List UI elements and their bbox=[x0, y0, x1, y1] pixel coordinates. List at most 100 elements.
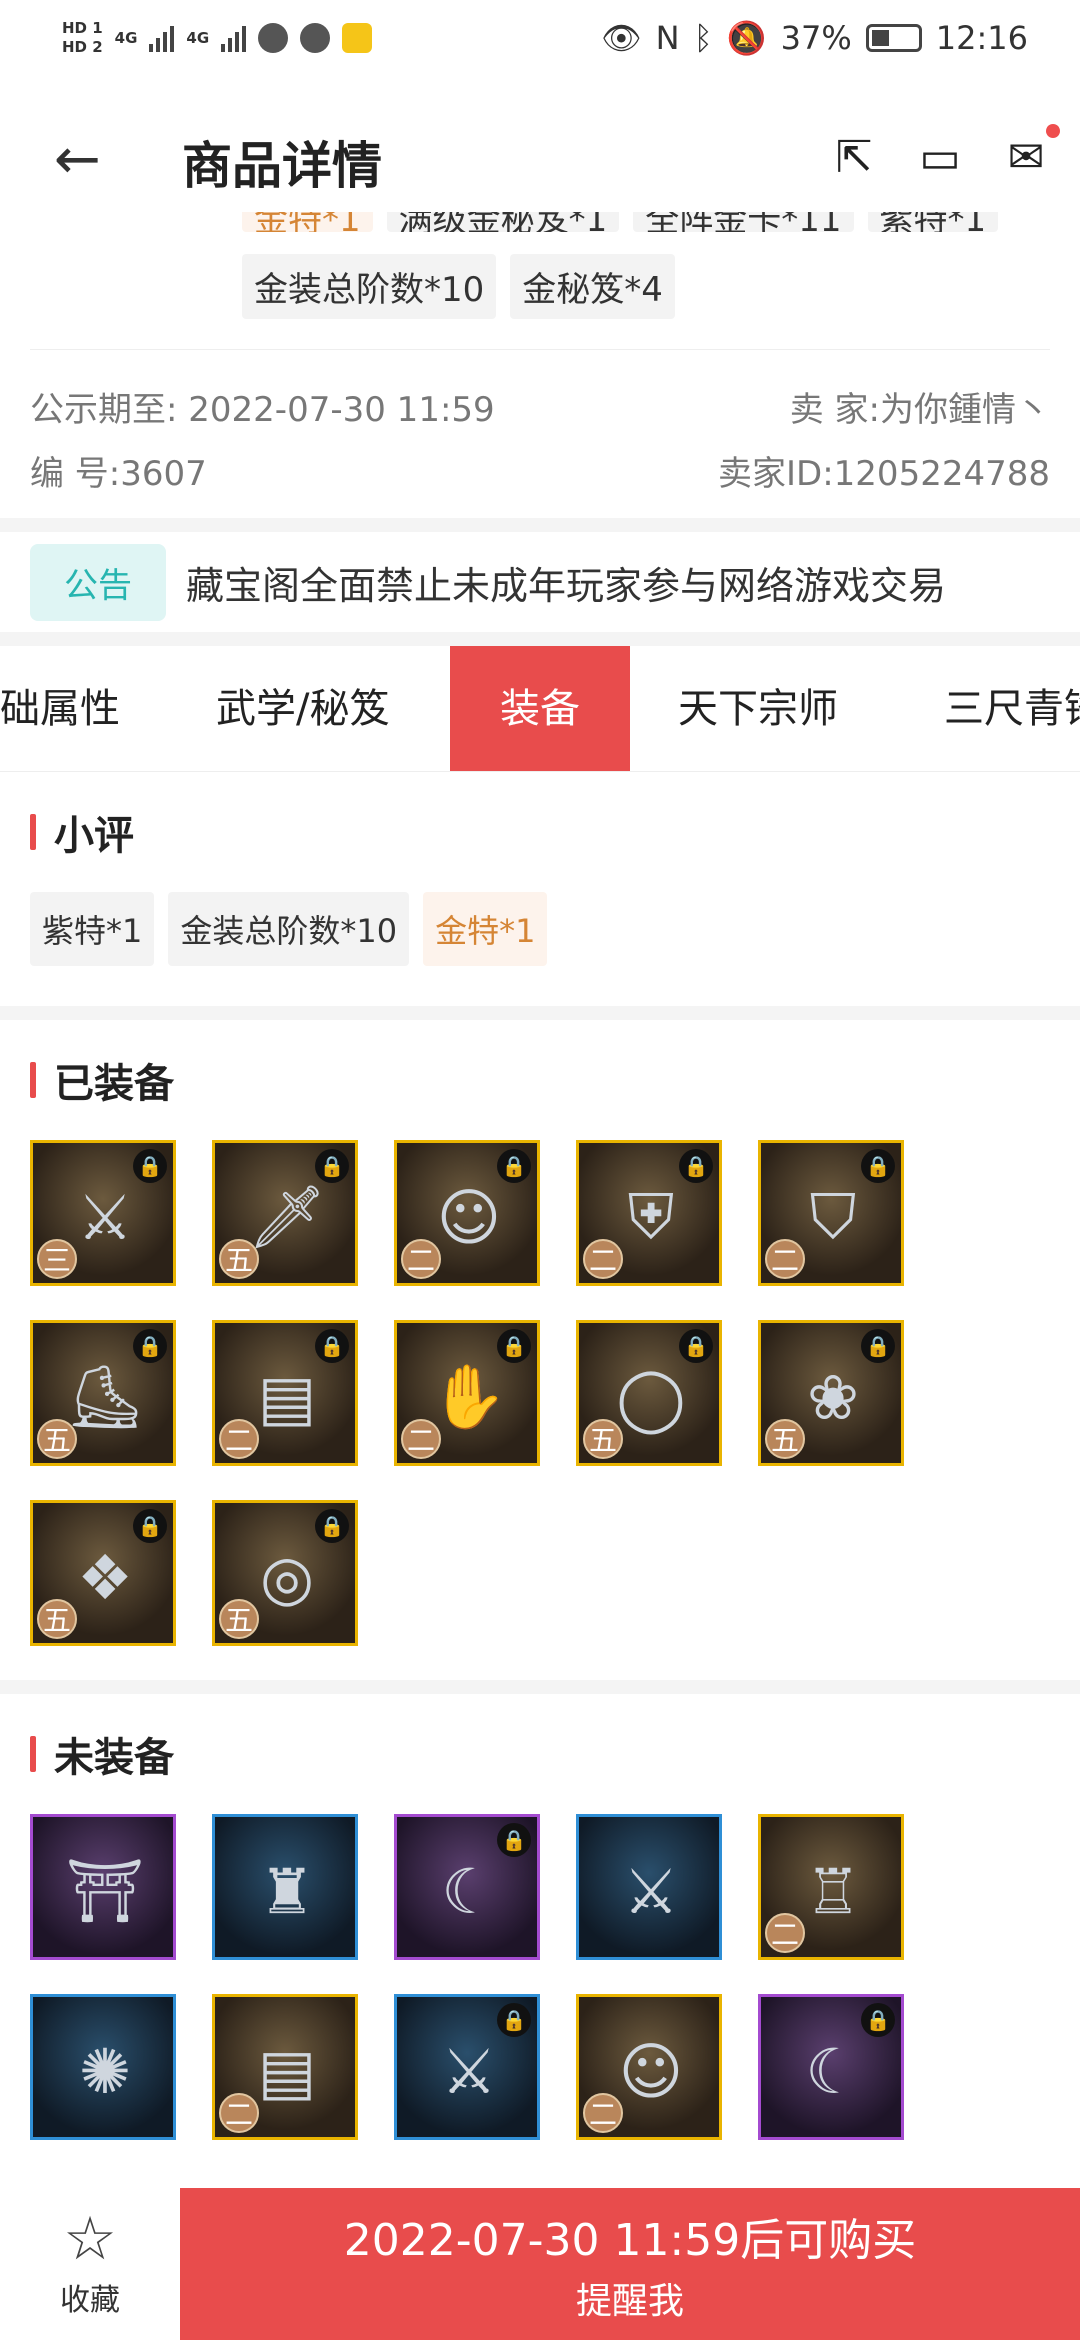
nfc-icon: N bbox=[655, 19, 680, 57]
tag: 全阵金卡*11 bbox=[633, 212, 854, 232]
folder-star-icon[interactable]: ▭ bbox=[914, 132, 966, 184]
tab-grandmaster[interactable]: 天下宗师 bbox=[678, 646, 838, 771]
divider bbox=[0, 518, 1080, 532]
sword-icon: ⚔ bbox=[441, 2034, 497, 2108]
mail-notification-icon bbox=[342, 23, 373, 53]
status-right: 👁 N ᛒ 🔕 37% 12:16 bbox=[601, 19, 1028, 57]
equipment-item[interactable]: 🗡 🔒 五 bbox=[212, 1140, 358, 1286]
favorite-label: 收藏 bbox=[60, 2283, 120, 2318]
tag: 金装总阶数*10 bbox=[168, 892, 410, 966]
meta-row: 编 号:3607 卖家ID:1205224788 bbox=[30, 438, 1050, 502]
mail-icon[interactable]: ✉ bbox=[1000, 124, 1060, 184]
grade-badge: 五 bbox=[583, 1419, 623, 1459]
equipment-item[interactable]: ◎ 🔒 五 bbox=[212, 1500, 358, 1646]
remind-label: 提醒我 bbox=[575, 2281, 684, 2322]
review-section: 小评 紫特*1 金装总阶数*10 金特*1 bbox=[0, 772, 1080, 966]
equipment-item[interactable]: ♜ bbox=[212, 1814, 358, 1960]
nav-actions: ⇱ ▭ ✉ bbox=[828, 124, 1060, 184]
tab-basic-attributes[interactable]: 础属性 bbox=[0, 646, 120, 771]
app-icon bbox=[300, 23, 331, 53]
grade-badge: 二 bbox=[765, 1239, 805, 1279]
equipment-item[interactable]: ⛨ 🔒 二 bbox=[576, 1140, 722, 1286]
equipment-item[interactable]: ⛉ 🔒 二 bbox=[758, 1140, 904, 1286]
grade-badge: 五 bbox=[37, 1599, 77, 1639]
announce-field: 公示期至: 2022-07-30 11:59 bbox=[30, 382, 495, 431]
notice-bar[interactable]: 公告 藏宝阁全面禁止未成年玩家参与网络游戏交易 bbox=[0, 532, 1080, 632]
lock-icon: 🔒 bbox=[315, 1509, 349, 1543]
mute-icon: 🔕 bbox=[726, 19, 767, 57]
review-tags: 紫特*1 金装总阶数*10 金特*1 bbox=[30, 892, 1050, 966]
equipment-item[interactable]: ☺ 二 bbox=[576, 1994, 722, 2140]
tab-bar: 础属性 武学/秘笈 装备 天下宗师 三尺青锋 bbox=[0, 646, 1080, 772]
equipment-item[interactable]: ☾ 🔒 bbox=[394, 1814, 540, 1960]
page-title: 商品详情 bbox=[182, 137, 382, 195]
favorite-button[interactable]: ☆ 收藏 bbox=[0, 2188, 180, 2340]
lock-icon: 🔒 bbox=[861, 1149, 895, 1183]
tag: 金装总阶数*10 bbox=[242, 254, 497, 319]
grade-badge: 二 bbox=[219, 1419, 259, 1459]
battery-percent: 37% bbox=[780, 19, 852, 57]
grade-badge: 三 bbox=[37, 1239, 77, 1279]
lock-icon: 🔒 bbox=[679, 1149, 713, 1183]
divider bbox=[0, 632, 1080, 646]
unequipped-section: 未装备 ⛩ ♜ ☾ 🔒 ⚔ ♖ 二 ✺ ▤ 二 ⚔ 🔒 ☺ 二 ☾ 🔒 bbox=[0, 1694, 1080, 2140]
section-title: 已装备 bbox=[30, 1020, 1050, 1140]
tag-row: 金装总阶数*10 金秘笈*4 bbox=[0, 254, 1080, 319]
grade-badge: 二 bbox=[219, 2093, 259, 2133]
announce-value: 2022-07-30 11:59 bbox=[188, 389, 495, 430]
remind-button[interactable]: 2022-07-30 11:59后可购买 提醒我 bbox=[180, 2188, 1080, 2340]
signal-icon-2 bbox=[221, 24, 247, 52]
lock-icon: 🔒 bbox=[497, 1823, 531, 1857]
unread-dot bbox=[1046, 124, 1060, 138]
section-title: 小评 bbox=[30, 772, 1050, 892]
grade-badge: 五 bbox=[219, 1239, 259, 1279]
eye-icon: 👁 bbox=[601, 19, 642, 57]
tag: 紫特*1 bbox=[30, 892, 155, 966]
seller-field: 卖 家:为你鍾情丶 bbox=[790, 382, 1050, 431]
equipment-item[interactable]: ⚔ 🔒 三 bbox=[30, 1140, 176, 1286]
seller-value: 为你鍾情丶 bbox=[880, 389, 1050, 430]
equipment-item[interactable]: ⛸ 🔒 五 bbox=[30, 1320, 176, 1466]
equipment-item[interactable]: ⚔ bbox=[576, 1814, 722, 1960]
equipment-item[interactable]: ▤ 二 bbox=[212, 1994, 358, 2140]
sim-indicator: HD 1 HD 2 bbox=[62, 19, 103, 57]
grade-badge: 二 bbox=[765, 1913, 805, 1953]
grade-badge: 二 bbox=[401, 1239, 441, 1279]
tab-equipment[interactable]: 装备 bbox=[450, 646, 630, 771]
network-label-1: 4G bbox=[114, 29, 138, 47]
grade-badge: 五 bbox=[37, 1419, 77, 1459]
gold-robe-icon: ♜ bbox=[259, 1854, 315, 1928]
equipment-item[interactable]: ❀ 🔒 五 bbox=[758, 1320, 904, 1466]
status-left: HD 1 HD 2 4G 4G bbox=[62, 19, 373, 57]
equipment-item[interactable]: ☺ 🔒 二 bbox=[394, 1140, 540, 1286]
equipment-item[interactable]: ✺ bbox=[30, 1994, 176, 2140]
tab-sword[interactable]: 三尺青锋 bbox=[944, 646, 1080, 771]
equipment-item[interactable]: ▤ 🔒 二 bbox=[212, 1320, 358, 1466]
tag: 满级金秘笈*1 bbox=[386, 212, 620, 232]
equipment-item[interactable]: ♖ 二 bbox=[758, 1814, 904, 1960]
equipment-item[interactable]: ☾ 🔒 bbox=[758, 1994, 904, 2140]
seller-id-label: 卖家ID: bbox=[718, 453, 834, 494]
equipment-item[interactable]: ⚔ 🔒 bbox=[394, 1994, 540, 2140]
lock-icon: 🔒 bbox=[861, 1329, 895, 1363]
tab-martial-arts[interactable]: 武学/秘笈 bbox=[216, 646, 389, 771]
tag: 金特*1 bbox=[242, 212, 373, 232]
lock-icon: 🔒 bbox=[315, 1149, 349, 1183]
jade-crescent-icon: ☾ bbox=[441, 1854, 497, 1928]
battery-icon bbox=[865, 24, 922, 52]
unequipped-grid: ⛩ ♜ ☾ 🔒 ⚔ ♖ 二 ✺ ▤ 二 ⚔ 🔒 ☺ 二 ☾ 🔒 bbox=[30, 1814, 950, 2140]
equipment-item[interactable]: ❖ 🔒 五 bbox=[30, 1500, 176, 1646]
hd1-label: HD 1 bbox=[62, 19, 103, 37]
lock-icon: 🔒 bbox=[133, 1149, 167, 1183]
robe-icon: ⛩ bbox=[65, 1854, 145, 1927]
share-icon[interactable]: ⇱ bbox=[828, 132, 880, 184]
equipment-item[interactable]: ◯ 🔒 五 bbox=[576, 1320, 722, 1466]
equipment-item[interactable]: ✋ 🔒 二 bbox=[394, 1320, 540, 1466]
back-arrow-icon[interactable]: ← bbox=[54, 132, 101, 188]
equipment-item[interactable]: ⛩ bbox=[30, 1814, 176, 1960]
hd2-label: HD 2 bbox=[62, 38, 103, 56]
grade-badge: 五 bbox=[765, 1419, 805, 1459]
lock-icon: 🔒 bbox=[315, 1329, 349, 1363]
star-icon: ☆ bbox=[63, 2204, 117, 2274]
announce-label: 公示期至: bbox=[30, 389, 178, 430]
